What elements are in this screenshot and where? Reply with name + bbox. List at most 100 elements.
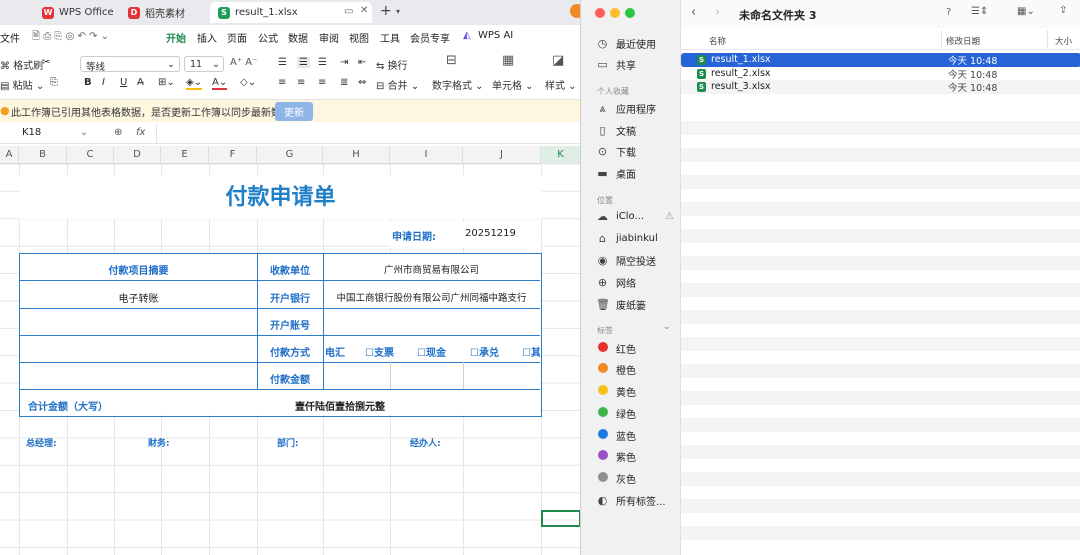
menu-review[interactable]: 审阅 xyxy=(319,30,339,45)
sidebar-item-applications[interactable]: ⩓ 应用程序 xyxy=(596,101,656,117)
strikethrough-icon[interactable]: A̶ xyxy=(137,77,144,88)
align-right-icon[interactable]: ≡ xyxy=(318,77,326,88)
col-header-e[interactable]: E xyxy=(161,146,209,164)
pin-icon[interactable]: ▭ xyxy=(344,6,353,17)
bank-value[interactable]: 中国工商银行股份有限公司广州同福中路支行 xyxy=(323,290,540,304)
method-other[interactable]: ☐其 xyxy=(522,344,540,359)
col-header-b[interactable]: B xyxy=(19,146,67,164)
sidebar-tag-red[interactable]: 红色 xyxy=(596,341,636,356)
share-icon[interactable]: ⇪ xyxy=(1059,5,1067,16)
help-icon[interactable]: ? xyxy=(946,7,951,18)
chevron-down-icon[interactable]: ⌄ xyxy=(663,322,671,332)
style-button[interactable]: 样式 ⌄ xyxy=(545,77,577,92)
font-color-icon[interactable]: A⌄ xyxy=(212,77,228,90)
sidebar-item-desktop[interactable]: ▬ 桌面 xyxy=(596,166,636,181)
sidebar-item-downloads[interactable]: ⊙ 下载 xyxy=(596,144,636,159)
menu-page[interactable]: 页面 xyxy=(227,30,247,45)
sidebar-item-trash[interactable]: 🗑 废纸篓 xyxy=(596,297,646,312)
method-wire[interactable]: 电汇 xyxy=(325,344,345,359)
font-size-select[interactable]: 11 ⌄ xyxy=(184,56,224,72)
sidebar-item-documents[interactable]: ▯ 文稿 xyxy=(596,123,636,138)
col-header-c[interactable]: C xyxy=(67,146,114,164)
align-center-icon[interactable]: ≡ xyxy=(297,77,305,88)
sidebar-item-airdrop[interactable]: ◉ 隔空投送 xyxy=(596,253,656,268)
underline-button[interactable]: U xyxy=(120,77,127,88)
sidebar-item-network[interactable]: ⊕ 网络 xyxy=(596,275,636,290)
font-family-select[interactable]: 等线 ⌄ xyxy=(80,56,180,73)
file-row-result-1[interactable]: S result_1.xlsx 今天 10:48 xyxy=(681,53,1080,67)
total-value[interactable]: 壹仟陆佰壹拾捌元整 xyxy=(200,398,480,413)
col-header-j[interactable]: J xyxy=(463,146,541,164)
indent-icon[interactable]: ⇥ xyxy=(340,57,348,68)
back-icon[interactable]: ‹ xyxy=(691,5,696,20)
payee-value[interactable]: 广州市商贸易有限公司 xyxy=(323,262,540,276)
sidebar-item-shared[interactable]: ▭ 共享 xyxy=(596,57,636,72)
align-top-icon[interactable]: ☰ xyxy=(278,57,287,68)
tab-wps-office[interactable]: W WPS Office xyxy=(34,2,114,23)
menu-data[interactable]: 数据 xyxy=(288,30,308,45)
tab-result-1[interactable]: S result_1.xlsx ▭ ✕ xyxy=(210,2,372,23)
menu-member[interactable]: 会员专享 xyxy=(410,30,450,45)
tab-docer[interactable]: D 稻壳素材 xyxy=(120,2,205,23)
col-header-f[interactable]: F xyxy=(209,146,257,164)
menu-wps-ai[interactable]: WPS AI xyxy=(478,30,513,41)
item-summary-value[interactable]: 电子转账 xyxy=(20,290,257,305)
formula-input[interactable] xyxy=(156,124,580,144)
fill-color-icon[interactable]: ◈⌄ xyxy=(186,77,203,90)
quick-access-icons[interactable]: 🗎 ⎙ ⎘ ◎ ↶ ↷ ⌄ xyxy=(32,29,109,46)
zoom-window-button[interactable] xyxy=(625,8,635,18)
file-row-result-2[interactable]: S result_2.xlsx 今天 10:48 xyxy=(681,67,1080,81)
group-view-icon[interactable]: ▦⌄ xyxy=(1017,6,1035,17)
paste-button[interactable]: ▤ 粘贴 ⌄ xyxy=(0,77,44,92)
avatar[interactable] xyxy=(570,4,580,18)
italic-button[interactable]: I xyxy=(102,77,105,88)
col-header-g[interactable]: G xyxy=(257,146,323,164)
outdent-icon[interactable]: ⇤ xyxy=(358,57,366,68)
zoom-icon[interactable]: ⊕ xyxy=(114,127,122,138)
font-grow-icon[interactable]: A⁺ A⁻ xyxy=(230,57,257,68)
justify-icon[interactable]: ≣ xyxy=(340,77,348,88)
menu-file[interactable]: 文件 xyxy=(0,30,20,45)
chevron-down-icon[interactable]: ▾ xyxy=(396,7,400,16)
number-format-button[interactable]: 数字格式 ⌄ xyxy=(432,77,484,92)
distribute-icon[interactable]: ⇔ xyxy=(358,77,366,88)
list-view-icon[interactable]: ☰⇕ xyxy=(971,6,988,17)
menu-formula[interactable]: 公式 xyxy=(258,30,278,45)
method-check[interactable]: ☐支票 xyxy=(365,344,394,359)
col-header-i[interactable]: I xyxy=(390,146,463,164)
col-header-a[interactable]: A xyxy=(0,146,19,164)
col-modified-header[interactable]: 修改日期 xyxy=(946,35,980,47)
method-acceptance[interactable]: ☐承兑 xyxy=(470,344,499,359)
method-cash[interactable]: ☐现金 xyxy=(417,344,446,359)
align-middle-icon[interactable]: ☰ xyxy=(297,57,310,68)
border-icon[interactable]: ⊞⌄ xyxy=(158,77,175,88)
sidebar-tag-purple[interactable]: 紫色 xyxy=(596,449,636,464)
eraser-icon[interactable]: ◇⌄ xyxy=(240,77,256,88)
align-bottom-icon[interactable]: ☰ xyxy=(318,57,327,68)
name-box[interactable]: K18 xyxy=(22,127,41,138)
align-left-icon[interactable]: ≡ xyxy=(278,77,286,88)
chevron-down-icon[interactable]: ⌄ xyxy=(80,127,88,138)
menu-view[interactable]: 视图 xyxy=(349,30,369,45)
col-header-d[interactable]: D xyxy=(114,146,161,164)
cut-icon[interactable]: ✂ xyxy=(42,57,50,68)
forward-icon[interactable]: › xyxy=(715,5,720,20)
col-size-header[interactable]: 大小 xyxy=(1055,35,1072,47)
file-row-result-3[interactable]: S result_3.xlsx 今天 10:48 xyxy=(681,80,1080,94)
sidebar-item-home[interactable]: ⌂ jiabinkul xyxy=(596,232,658,245)
minimize-window-button[interactable] xyxy=(610,8,620,18)
close-window-button[interactable] xyxy=(595,8,605,18)
col-header-h[interactable]: H xyxy=(323,146,390,164)
sidebar-tag-yellow[interactable]: 黄色 xyxy=(596,384,636,399)
copy-icon[interactable]: ⎘ xyxy=(50,77,58,88)
active-cell-k18[interactable] xyxy=(541,510,580,527)
sidebar-item-icloud[interactable]: ☁ iClo... ⚠ xyxy=(596,210,674,223)
date-value[interactable]: 20251219 xyxy=(465,228,516,239)
sidebar-tag-blue[interactable]: 蓝色 xyxy=(596,428,636,443)
sidebar-item-recents[interactable]: ◷ 最近使用 xyxy=(596,36,656,51)
cell-button[interactable]: 单元格 ⌄ xyxy=(492,77,534,92)
format-painter-button[interactable]: ⌘ 格式刷 xyxy=(0,57,43,72)
menu-insert[interactable]: 插入 xyxy=(197,30,217,45)
new-tab-icon[interactable]: + xyxy=(380,3,392,19)
sidebar-all-tags[interactable]: ◐ 所有标签... xyxy=(596,493,666,508)
